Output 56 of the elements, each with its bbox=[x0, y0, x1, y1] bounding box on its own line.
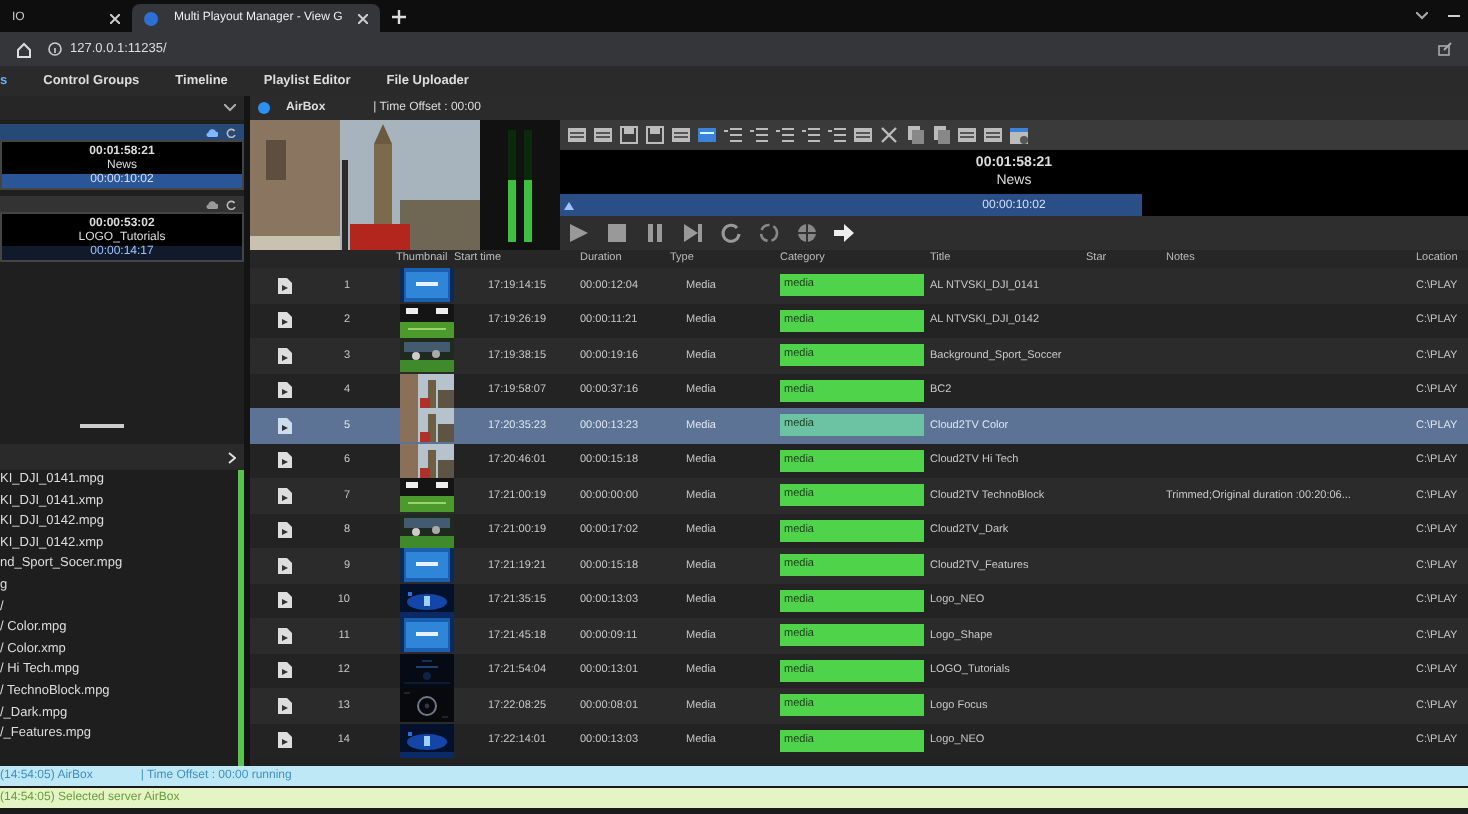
chevron-right-icon[interactable] bbox=[228, 451, 236, 463]
save-icon[interactable] bbox=[620, 126, 638, 144]
info-icon bbox=[48, 42, 62, 56]
delete-icon[interactable] bbox=[880, 126, 898, 144]
marker-icon bbox=[564, 202, 574, 210]
file-icon bbox=[278, 557, 292, 574]
file-icon bbox=[278, 487, 292, 504]
file-icon bbox=[278, 382, 292, 399]
list-icon[interactable] bbox=[958, 126, 976, 144]
refresh-icon[interactable] bbox=[226, 127, 236, 137]
reload-icon[interactable] bbox=[758, 222, 780, 244]
list-icon[interactable] bbox=[672, 126, 690, 144]
file-icon bbox=[278, 697, 292, 714]
file-icon bbox=[278, 452, 292, 469]
refresh-icon[interactable] bbox=[226, 199, 236, 209]
list-icon[interactable] bbox=[594, 126, 612, 144]
resize-handle[interactable] bbox=[80, 424, 124, 428]
file-icon bbox=[278, 277, 292, 294]
file-icon bbox=[278, 627, 292, 644]
file-icon bbox=[278, 312, 292, 329]
skip-end-icon[interactable] bbox=[682, 222, 704, 244]
file-icon bbox=[278, 592, 292, 609]
file-icon bbox=[278, 347, 292, 364]
indent-icon[interactable] bbox=[828, 126, 846, 144]
close-icon[interactable] bbox=[358, 13, 369, 23]
indent-icon[interactable] bbox=[750, 126, 768, 144]
indent-icon[interactable] bbox=[776, 126, 794, 144]
file-icon bbox=[278, 732, 292, 749]
loop-icon[interactable] bbox=[720, 222, 742, 244]
save-icon[interactable] bbox=[646, 126, 664, 144]
arrow-right-icon[interactable] bbox=[834, 222, 856, 244]
list-icon[interactable] bbox=[984, 126, 1002, 144]
list-icon[interactable] bbox=[568, 126, 586, 144]
file-icon bbox=[278, 662, 292, 679]
home-icon[interactable] bbox=[16, 41, 32, 57]
stop-icon[interactable] bbox=[606, 222, 628, 244]
table-icon[interactable] bbox=[698, 126, 716, 144]
play-icon[interactable] bbox=[568, 222, 590, 244]
cloud-icon[interactable] bbox=[206, 127, 218, 137]
close-icon[interactable] bbox=[110, 13, 120, 23]
new-tab-icon[interactable] bbox=[392, 10, 407, 24]
pause-icon[interactable] bbox=[644, 222, 666, 244]
chevron-down-icon[interactable] bbox=[1416, 12, 1428, 20]
calendar-icon[interactable] bbox=[1010, 126, 1028, 144]
status-dot-icon bbox=[258, 102, 270, 114]
minimize-icon[interactable] bbox=[1448, 14, 1460, 18]
file-icon bbox=[278, 417, 292, 434]
file-icon bbox=[278, 522, 292, 539]
indent-icon[interactable] bbox=[724, 126, 742, 144]
indent-icon[interactable] bbox=[802, 126, 820, 144]
chevron-down-icon[interactable] bbox=[224, 104, 236, 112]
globe-icon[interactable] bbox=[796, 222, 818, 244]
site-icon bbox=[144, 11, 158, 25]
cloud-icon[interactable] bbox=[206, 199, 218, 209]
list-icon[interactable] bbox=[854, 126, 872, 144]
share-icon[interactable] bbox=[1438, 42, 1452, 56]
